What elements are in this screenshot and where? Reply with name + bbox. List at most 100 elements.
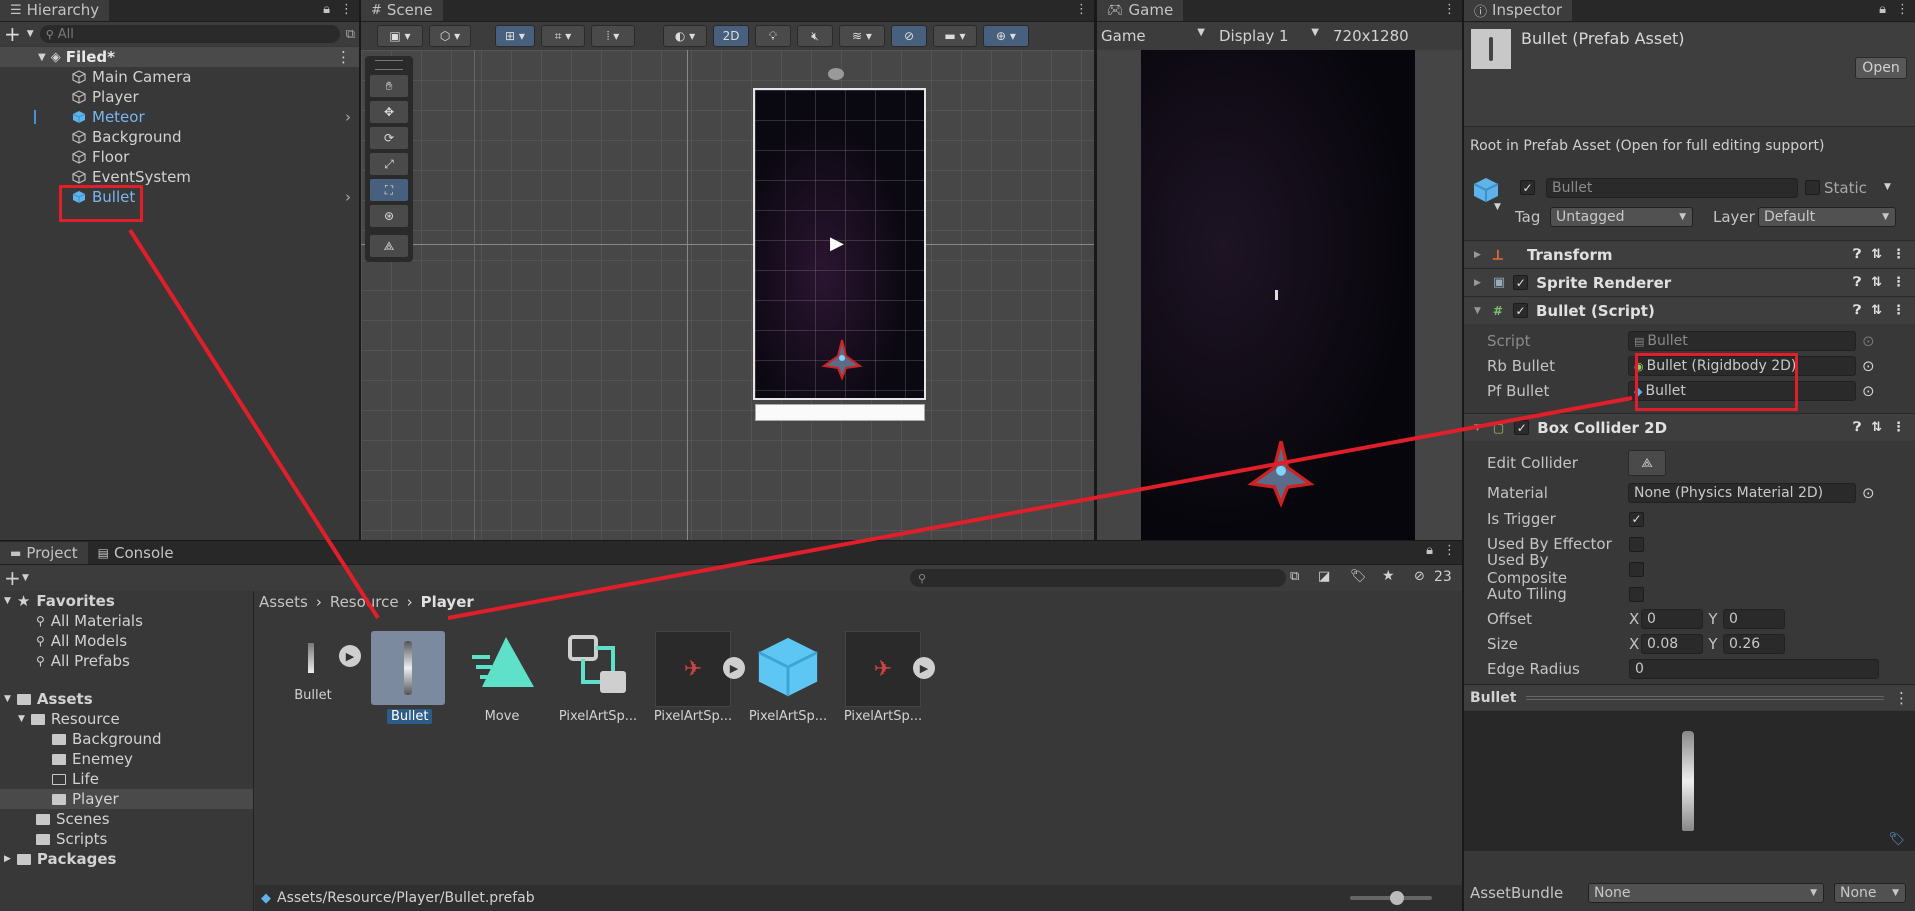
size-y-field[interactable]: 0.26 <box>1723 634 1785 654</box>
object-picker-icon[interactable]: ⊙ <box>1862 357 1875 375</box>
toggle-2d-button[interactable]: 2D <box>713 25 749 47</box>
chevron-down-icon[interactable]: ▼ <box>1884 182 1891 192</box>
custom-tool-button[interactable]: ⟁ <box>369 234 409 258</box>
more-icon[interactable]: ⋮ <box>1892 247 1905 262</box>
hidden-objects-button[interactable]: ⊘ <box>891 25 927 47</box>
hierarchy-item-background[interactable]: Background <box>0 127 359 147</box>
asset-pixelartsprite-texture-2[interactable]: ✈︎ ▶ PixelArtSp... <box>843 631 935 724</box>
more-icon[interactable]: ⋮ <box>340 2 353 17</box>
box-collider-component-header[interactable]: ▼ ▢ ✓ Box Collider 2D ❓︎ ⇅ ⋮ <box>1464 413 1915 441</box>
used-by-composite-checkbox[interactable] <box>1629 561 1644 577</box>
folder-player[interactable]: Player <box>0 789 253 809</box>
bullet-script-enabled-checkbox[interactable]: ✓ <box>1512 303 1528 318</box>
help-icon[interactable]: ❓︎ <box>1853 275 1861 290</box>
preset-icon[interactable]: ⇅ <box>1871 275 1882 290</box>
lock-icon[interactable]: 🔒︎ <box>323 2 330 17</box>
help-icon[interactable]: ❓︎ <box>1853 303 1861 318</box>
hierarchy-item-floor[interactable]: Floor <box>0 147 359 167</box>
align-button[interactable]: ⦙ ▾ <box>591 25 635 47</box>
tab-project[interactable]: ▬ Project <box>0 542 88 564</box>
filter-by-label-icon[interactable]: 🏷︎ <box>1350 569 1367 584</box>
game-mode-dropdown[interactable]: Game ▼ <box>1101 27 1205 45</box>
scale-tool-button[interactable]: ⤢ <box>369 152 409 176</box>
resolution-dropdown[interactable]: 720x1280 <box>1333 27 1409 45</box>
hierarchy-item-bullet[interactable]: Bullet › <box>0 187 359 207</box>
material-object-field[interactable]: None (Physics Material 2D) <box>1628 483 1856 503</box>
chevron-right-icon[interactable]: › <box>345 108 351 126</box>
preview-drag-handle[interactable] <box>1526 695 1884 700</box>
rotate-tool-button[interactable]: ⟳ <box>369 126 409 150</box>
lock-icon[interactable]: 🔒︎ <box>1879 2 1886 17</box>
expand-play-icon[interactable]: ▶ <box>913 657 935 679</box>
edge-radius-field[interactable]: 0 <box>1629 659 1879 679</box>
sprite-renderer-component-header[interactable]: ▶ ▣ ✓ Sprite Renderer ❓︎ ⇅ ⋮ <box>1464 268 1915 296</box>
chevron-right-icon[interactable]: › <box>345 188 351 206</box>
hierarchy-item-main-camera[interactable]: Main Camera <box>0 67 359 87</box>
favorites-header[interactable]: ▼ ★ Favorites <box>0 591 253 611</box>
sprite-renderer-enabled-checkbox[interactable]: ✓ <box>1513 275 1529 290</box>
object-picker-icon[interactable]: ⊙ <box>1862 484 1875 502</box>
move-tool-button[interactable]: ✥ <box>369 100 409 124</box>
folder-background[interactable]: Background <box>0 729 253 749</box>
asset-move-animation[interactable]: Move <box>462 631 542 724</box>
transform-tool-button[interactable]: ⊛ <box>369 204 409 228</box>
zoom-slider-thumb[interactable] <box>1390 891 1404 905</box>
preset-icon[interactable]: ⇅ <box>1871 303 1882 318</box>
audio-button[interactable]: 🔇︎ <box>797 25 833 47</box>
zoom-slider[interactable] <box>1350 891 1432 905</box>
folder-resource[interactable]: ▼ Resource <box>0 709 253 729</box>
asset-pixelartsprite-prefab[interactable]: PixelArtSp... <box>748 631 828 724</box>
offset-x-field[interactable]: 0 <box>1641 609 1703 629</box>
folder-scenes[interactable]: Scenes <box>0 809 253 829</box>
favorite-item-all-materials[interactable]: ⚲ All Materials <box>0 611 253 631</box>
assetbundle-dropdown[interactable]: None ▼ <box>1588 883 1824 903</box>
tab-hierarchy[interactable]: ☰ Hierarchy <box>0 0 110 21</box>
game-viewport[interactable] <box>1141 50 1415 540</box>
lock-icon[interactable]: 🔒︎ <box>1426 543 1433 558</box>
static-checkbox[interactable] <box>1805 180 1820 195</box>
name-field[interactable]: Bullet <box>1546 178 1798 198</box>
grid-snap-button[interactable]: ⊞ ▾ <box>495 25 535 47</box>
filter-by-type-icon[interactable]: ◪ <box>1318 569 1330 584</box>
layer-dropdown[interactable]: Default ▼ <box>1758 207 1896 227</box>
auto-tiling-checkbox[interactable] <box>1629 586 1644 602</box>
open-prefab-button[interactable]: Open <box>1855 57 1907 79</box>
shading-button[interactable]: ⬡ ▾ <box>429 25 471 47</box>
bullet-script-component-header[interactable]: ▼ # ✓ Bullet (Script) ❓︎ ⇅ ⋮ <box>1464 296 1915 324</box>
edit-collider-button[interactable]: ⟁ <box>1628 450 1666 476</box>
project-search-input[interactable]: ⚲ <box>910 569 1286 587</box>
tab-game[interactable]: 🎮︎ Game <box>1097 0 1184 21</box>
expand-play-icon[interactable]: ▶ <box>339 645 361 667</box>
draw-mode-button[interactable]: ▣ ▾ <box>377 25 423 47</box>
render-mode-button[interactable]: ◐ ▾ <box>663 25 707 47</box>
more-icon[interactable]: ⋮ <box>1443 2 1456 17</box>
active-checkbox[interactable]: ✓ <box>1520 180 1535 195</box>
search-type-icon[interactable]: ⧉ <box>1290 569 1299 584</box>
box-collider-enabled-checkbox[interactable]: ✓ <box>1514 420 1530 435</box>
assetbundle-variant-dropdown[interactable]: None ▼ <box>1834 883 1906 903</box>
search-input[interactable]: ⚲ All <box>39 25 340 43</box>
help-icon[interactable]: ❓︎ <box>1853 247 1861 262</box>
tag-dropdown[interactable]: Untagged ▼ <box>1550 207 1693 227</box>
packages-header[interactable]: ▶ Packages <box>0 849 253 869</box>
transform-component-header[interactable]: ▶ ⟂ Transform ❓︎ ⇅ ⋮ <box>1464 240 1915 268</box>
favorite-item-all-prefabs[interactable]: ⚲ All Prefabs <box>0 651 253 671</box>
offset-y-field[interactable]: 0 <box>1723 609 1785 629</box>
scene-root[interactable]: ▼ ◈ Filed* ⋮ <box>0 47 359 67</box>
increment-snap-button[interactable]: ⌗ ▾ <box>541 25 585 47</box>
help-icon[interactable]: ❓︎ <box>1853 420 1861 435</box>
more-icon[interactable]: ⋮ <box>336 48 351 66</box>
palette-grip[interactable] <box>375 60 403 70</box>
search-filter-icon[interactable]: ⧉ <box>346 27 355 42</box>
more-icon[interactable]: ⋮ <box>1892 420 1905 435</box>
more-icon[interactable]: ⋮ <box>1892 275 1905 290</box>
label-tag-icon[interactable]: 🏷︎ <box>1888 832 1905 847</box>
more-icon[interactable]: ⋮ <box>1896 2 1909 17</box>
asset-bullet-prefab[interactable]: Bullet <box>368 631 448 724</box>
tab-inspector[interactable]: ⓘ Inspector <box>1464 0 1572 21</box>
asset-pixelartsprite-controller[interactable]: PixelArtSp... <box>558 631 638 724</box>
display-dropdown[interactable]: Display 1 ▼ <box>1219 27 1319 45</box>
asset-bullet-sprite[interactable]: ▶ Bullet <box>273 631 361 703</box>
more-icon[interactable]: ⋮ <box>1892 303 1905 318</box>
preset-icon[interactable]: ⇅ <box>1871 247 1882 262</box>
